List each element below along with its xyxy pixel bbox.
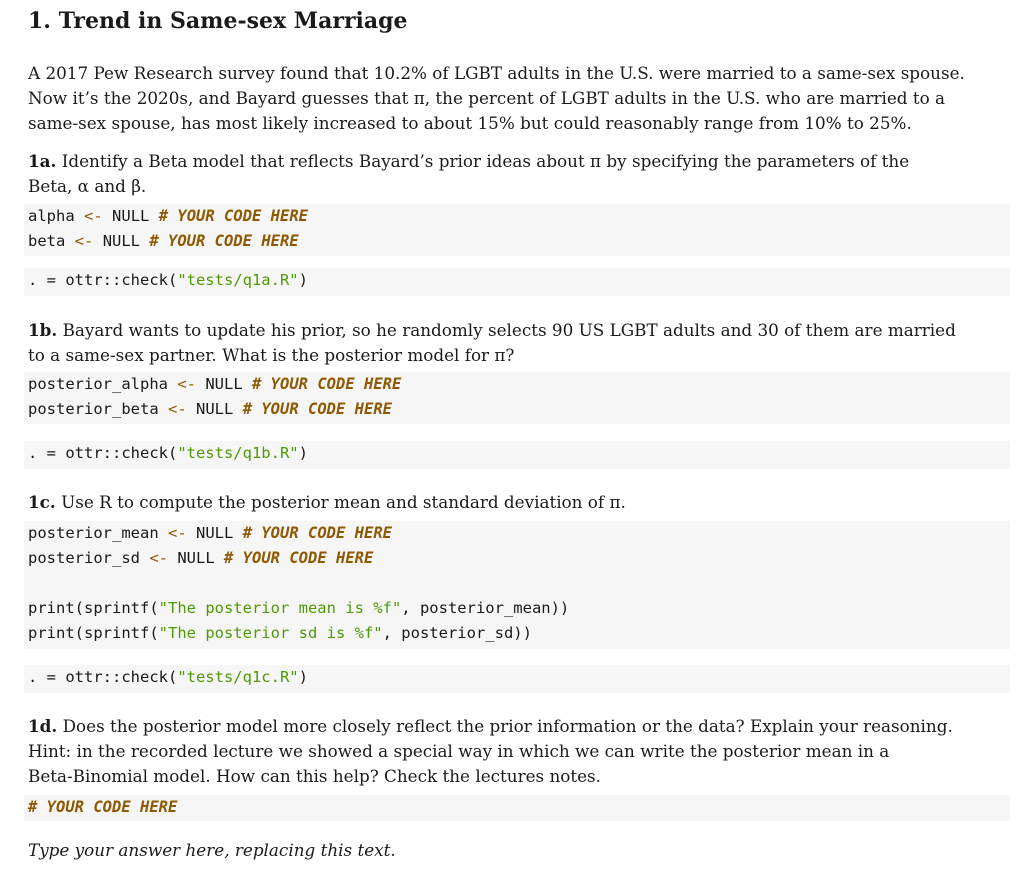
code-token: . = ottr::check(	[28, 668, 178, 686]
question-1c: 1c. Use R to compute the posterior mean …	[28, 490, 1010, 515]
answer-text[interactable]: Type your answer here, replacing this te…	[28, 838, 396, 863]
question-text: Hint: in the recorded lecture we showed …	[28, 741, 890, 761]
code-token: posterior_sd	[28, 549, 140, 567]
check-cell-1a[interactable]: . = ottr::check("tests/q1a.R")	[24, 268, 1010, 296]
code-token: , posterior_sd))	[382, 624, 532, 642]
question-text: Identify a Beta model that reflects Baya…	[56, 151, 910, 171]
code-cell-1a[interactable]: alpha <- NULL # YOUR CODE HERE beta <- N…	[24, 204, 1010, 256]
check-cell-1c[interactable]: . = ottr::check("tests/q1c.R")	[24, 665, 1010, 693]
code-token: NULL	[196, 400, 234, 418]
code-comment: # YOUR CODE HERE	[242, 400, 392, 418]
code-token: posterior_beta	[28, 400, 159, 418]
question-text: Beta-Binomial model. How can this help? …	[28, 766, 602, 786]
code-string: "The posterior sd is %f"	[158, 624, 383, 642]
code-token: NULL	[112, 207, 150, 225]
code-token: print(sprintf(	[28, 624, 159, 642]
code-string: "tests/q1b.R"	[177, 444, 299, 462]
question-label: 1b.	[28, 320, 58, 340]
question-label: 1c.	[28, 492, 56, 512]
question-text: Beta, α and β.	[28, 176, 147, 196]
question-text: Bayard wants to update his prior, so he …	[57, 320, 956, 340]
code-token: . = ottr::check(	[28, 444, 178, 462]
code-cell-1b[interactable]: posterior_alpha <- NULL # YOUR CODE HERE…	[24, 372, 1010, 424]
code-token: posterior_mean	[28, 524, 159, 542]
intro-line: same-sex spouse, has most likely increas…	[28, 113, 912, 133]
code-token: <-	[168, 400, 187, 418]
code-comment: # YOUR CODE HERE	[252, 375, 402, 393]
code-token: NULL	[205, 375, 243, 393]
code-token: <-	[84, 207, 103, 225]
code-token: alpha	[28, 207, 75, 225]
code-comment: # YOUR CODE HERE	[158, 207, 309, 225]
code-token: <-	[149, 549, 168, 567]
code-token: NULL	[102, 232, 141, 250]
question-text: to a same-sex partner. What is the poste…	[28, 345, 515, 365]
code-token: print(sprintf(	[28, 599, 159, 617]
code-comment: # YOUR CODE HERE	[242, 524, 392, 542]
code-token: )	[298, 444, 308, 462]
code-token: beta	[28, 232, 66, 250]
question-label: 1d.	[28, 716, 58, 736]
code-cell-1c[interactable]: posterior_mean <- NULL # YOUR CODE HERE …	[24, 521, 1010, 649]
section-title: 1. Trend in Same-sex Marriage	[28, 8, 408, 34]
code-token: )	[298, 668, 308, 686]
intro-paragraph: A 2017 Pew Research survey found that 10…	[28, 61, 1010, 136]
code-token: NULL	[196, 524, 234, 542]
code-token: <-	[74, 232, 94, 250]
code-token: posterior_alpha	[28, 375, 168, 393]
check-cell-1b[interactable]: . = ottr::check("tests/q1b.R")	[24, 441, 1010, 469]
code-comment: # YOUR CODE HERE	[149, 232, 299, 250]
code-comment: # YOUR CODE HERE	[28, 798, 178, 816]
intro-line: A 2017 Pew Research survey found that 10…	[28, 63, 965, 83]
code-token: )	[298, 271, 308, 289]
code-string: "tests/q1a.R"	[177, 271, 299, 289]
question-label: 1a.	[28, 151, 57, 171]
code-string: "tests/q1c.R"	[177, 668, 299, 686]
question-1d: 1d. Does the posterior model more closel…	[28, 714, 1010, 789]
code-string: "The posterior mean is %f"	[158, 599, 402, 617]
code-token: <-	[168, 524, 187, 542]
question-1a: 1a. Identify a Beta model that reflects …	[28, 149, 1010, 199]
question-text: Use R to compute the posterior mean and …	[55, 492, 626, 512]
question-text: Does the posterior model more closely re…	[57, 716, 953, 736]
code-token: NULL	[177, 549, 215, 567]
code-cell-1d[interactable]: # YOUR CODE HERE	[24, 795, 1010, 821]
code-token: , posterior_mean))	[401, 599, 570, 617]
question-1b: 1b. Bayard wants to update his prior, so…	[28, 318, 1010, 368]
intro-line: Now it’s the 2020s, and Bayard guesses t…	[28, 88, 946, 108]
code-token: . = ottr::check(	[28, 271, 178, 289]
code-comment: # YOUR CODE HERE	[224, 549, 374, 567]
code-token: <-	[177, 375, 196, 393]
